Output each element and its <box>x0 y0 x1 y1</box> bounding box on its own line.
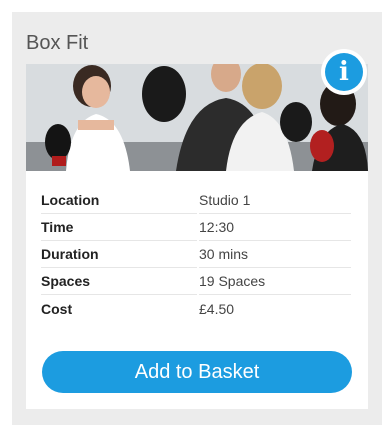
detail-label: Cost <box>41 300 73 317</box>
detail-value: Studio 1 <box>199 187 351 214</box>
detail-row-location: Location Studio 1 <box>41 187 351 214</box>
info-icon[interactable]: i <box>321 49 367 95</box>
detail-value: 30 mins <box>199 241 351 268</box>
detail-value: 12:30 <box>199 214 351 241</box>
detail-label: Location <box>41 187 197 214</box>
class-card: i Location Studio 1 Time 12:30 Duration … <box>26 49 368 409</box>
class-image <box>26 64 368 171</box>
boxing-class-photo <box>26 64 368 171</box>
detail-label: Spaces <box>41 268 197 295</box>
detail-label: Time <box>41 214 197 241</box>
detail-value: £4.50 <box>199 300 235 317</box>
detail-row-time: Time 12:30 <box>41 214 351 241</box>
detail-value: 19 Spaces <box>199 268 351 295</box>
add-to-basket-button[interactable]: Add to Basket <box>42 351 352 393</box>
detail-row-spaces: Spaces 19 Spaces <box>41 268 351 295</box>
detail-label: Duration <box>41 241 197 268</box>
class-panel: Box Fit i Location Studio 1 Time 12:30 D… <box>12 12 382 425</box>
class-details-table: Location Studio 1 Time 12:30 Duration 30… <box>41 187 351 322</box>
detail-row-duration: Duration 30 mins <box>41 241 351 268</box>
detail-row-cost: Cost £4.50 <box>41 295 351 322</box>
class-title: Box Fit <box>26 32 89 54</box>
